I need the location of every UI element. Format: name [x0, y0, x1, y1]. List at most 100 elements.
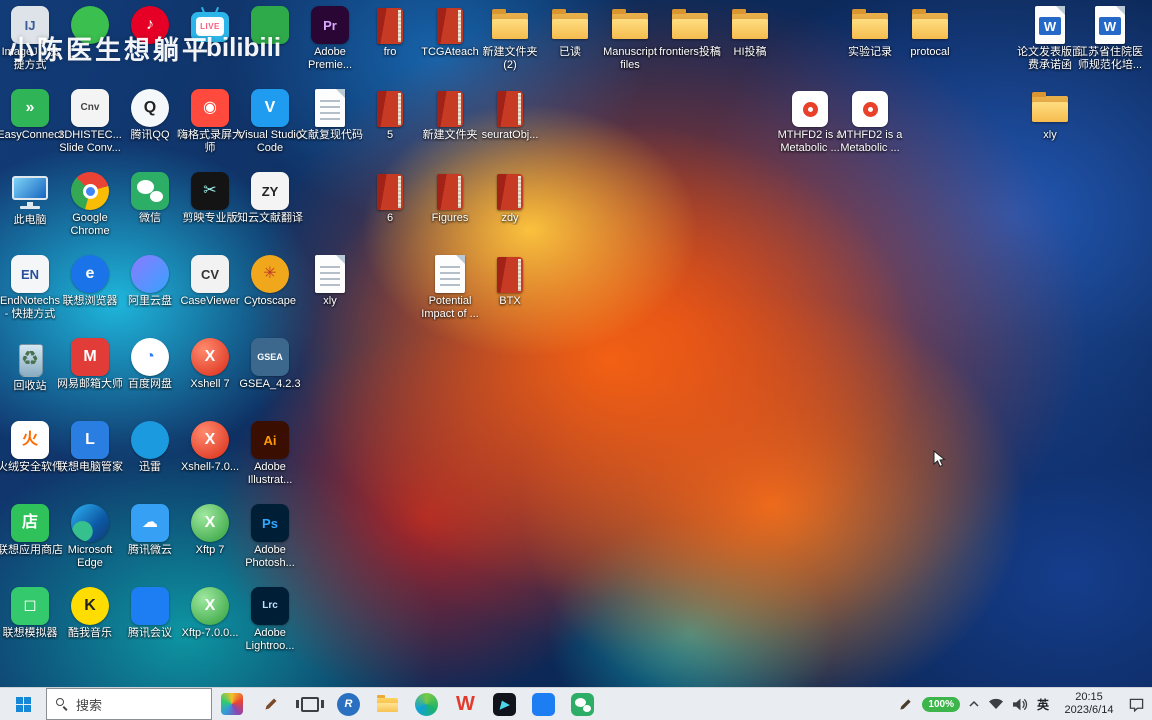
desktop-icon-higeshi-recorder[interactable]: ◉ 嗨格式录屏大师 — [177, 89, 243, 155]
higeshi-recorder-glyph: ◉ — [203, 99, 217, 116]
search-icon — [56, 698, 68, 711]
input-language-indicator[interactable]: 英 — [1037, 696, 1049, 713]
taskbar-tencent-meeting[interactable] — [524, 688, 563, 720]
desktop-icon-slide-converter[interactable]: Cnv 3DHISTEC... Slide Conv... — [58, 89, 122, 155]
desktop-icon-microsoft-edge[interactable]: Microsoft Edge — [60, 504, 120, 570]
desktop-icon-netease-mail[interactable]: M 网易邮箱大师 — [57, 338, 123, 391]
desktop-icon-mthfd2-pdf-2[interactable]: MTHFD2 is a Metabolic ... — [838, 89, 902, 155]
search-box[interactable]: 搜索 — [46, 688, 212, 720]
lenovo-browser-icon: e — [71, 255, 109, 293]
desktop-icon-book-6[interactable]: 6 — [360, 172, 420, 225]
desktop-icon-vscode[interactable]: V Visual Studio Code — [238, 89, 302, 155]
desktop-icon-wenxian-code-doc[interactable]: 文献复现代码 — [297, 89, 363, 142]
desktop-icon-this-pc[interactable]: 此电脑 — [0, 172, 60, 227]
clock[interactable]: 20:15 2023/6/14 — [1058, 691, 1120, 717]
desktop-icon-protocal-folder[interactable]: protocal — [900, 6, 960, 59]
taskbar-wechat[interactable] — [563, 688, 602, 720]
adobe-lightroom-icon: Lrc — [251, 587, 289, 625]
desktop-icon-lenovo-browser[interactable]: e 联想浏览器 — [60, 255, 120, 308]
desktop-icon-book-5[interactable]: 5 — [360, 89, 420, 142]
desktop-icon-tencent-qq[interactable]: Q 腾讯QQ — [120, 89, 180, 142]
desktop-icon-kuwo-music[interactable]: K 酷我音乐 — [60, 587, 120, 640]
green-circle-app-icon — [71, 6, 109, 44]
desktop-icon-gsea[interactable]: GSEA GSEA_4.2.3 — [239, 338, 301, 391]
desktop-icon-green-app-2[interactable] — [240, 6, 300, 46]
desktop-icon-page-fee-letter-doc[interactable]: W 论文发表版面费承诺函 — [1017, 6, 1083, 72]
desktop-icon-green-circle-app[interactable] — [60, 6, 120, 46]
desktop-icon-mthfd2-pdf-1[interactable]: MTHFD2 is a Metabolic ... — [778, 89, 842, 155]
desktop-icon-jianying[interactable]: ✂ 剪映专业版 — [180, 172, 240, 225]
desktop-icon-tcgateach[interactable]: TCGAteach — [420, 6, 480, 59]
desktop-icon-hi-folder[interactable]: HI投稿 — [720, 6, 780, 59]
desktop-icon-endnote[interactable]: EN EndNotechs - 快捷方式 — [0, 255, 60, 321]
desktop-icon-zdy[interactable]: zdy — [480, 172, 540, 225]
desktop-icon-imagej[interactable]: IJ ImageJ - 快捷方式 — [0, 6, 60, 72]
battery-status-badge[interactable]: 100% — [922, 696, 960, 712]
desktop-icon-bilibili-live[interactable]: LIVE — [180, 6, 240, 44]
desktop-icon-adobe-premiere[interactable]: Pr Adobe Premie... — [300, 6, 360, 72]
hidden-icons-chevron[interactable] — [969, 700, 979, 708]
taskbar-colorful-docs-app[interactable] — [212, 688, 251, 720]
desktop-icon-google-chrome[interactable]: Google Chrome — [60, 172, 120, 238]
pen-tray-icon[interactable] — [898, 697, 913, 712]
desktop-icon-tencent-weiyun[interactable]: ☁ 腾讯微云 — [120, 504, 180, 557]
zhiyun-translate-icon: ZY — [251, 172, 289, 210]
desktop-icon-figures[interactable]: Figures — [420, 172, 480, 225]
adobe-photoshop-icon: Ps — [251, 504, 289, 542]
colorful-docs-app-icon — [220, 693, 243, 715]
taskbar-ink-pen-app[interactable] — [251, 688, 290, 720]
desktop-icon-recycle-bin[interactable]: ♻ 回收站 — [0, 338, 60, 393]
desktop-icon-tencent-meeting[interactable]: 腾讯会议 — [120, 587, 180, 640]
desktop-icon-manuscript-files-folder[interactable]: Manuscript files — [600, 6, 660, 72]
desktop-icon-lenovo-pc-manager[interactable]: L 联想电脑管家 — [57, 421, 123, 474]
desktop-icon-yidu-folder[interactable]: 已读 — [540, 6, 600, 59]
mthfd2-pdf-1-icon — [792, 91, 828, 127]
desktop-icon-xftp-7[interactable]: X Xftp 7 — [180, 504, 240, 557]
desktop-icon-new-folder-file[interactable]: 新建文件夹 — [420, 89, 480, 142]
desktop-icon-lenovo-app-store[interactable]: 店联想应用商店 — [0, 504, 63, 557]
desktop-icon-label: Microsoft Edge — [67, 544, 113, 569]
desktop-icon-xshell-installer[interactable]: X Xshell-7.0... — [180, 421, 240, 474]
desktop-icon-zhiyun-translate[interactable]: ZY 知云文献翻译 — [237, 172, 303, 225]
desktop-icon-cytoscape[interactable]: ✳ Cytoscape — [240, 255, 300, 308]
desktop-icon-lenovo-emulator[interactable]: ◻ 联想模拟器 — [0, 587, 60, 640]
desktop-icon-experiment-record-folder[interactable]: 实验记录 — [840, 6, 900, 59]
desktop-icon-huorong-security[interactable]: 火火绒安全软件 — [0, 421, 63, 474]
start-button[interactable] — [0, 688, 46, 720]
desktop-icon-wechat[interactable]: 微信 — [120, 172, 180, 225]
desktop-icon-jiangsu-regulation-doc[interactable]: W 江苏省住院医师规范化培... — [1077, 6, 1143, 72]
desktop-icon-xly-folder[interactable]: xly — [1020, 89, 1080, 142]
desktop-icon-seuratobj[interactable]: seuratObj... — [480, 89, 540, 142]
desktop-icon-adobe-photoshop[interactable]: Ps Adobe Photosh... — [240, 504, 300, 570]
desktop-icon-xunlei[interactable]: 迅雷 — [120, 421, 180, 474]
desktop-icon-adobe-lightroom[interactable]: Lrc Adobe Lightroo... — [240, 587, 300, 653]
desktop-icon-fro[interactable]: fro — [360, 6, 420, 59]
taskbar-file-explorer[interactable] — [368, 688, 407, 720]
taskbar-r-project[interactable]: R — [329, 688, 368, 720]
desktop-icon-adobe-illustrator[interactable]: Ai Adobe Illustrat... — [240, 421, 300, 487]
desktop-icon-grid: IJ ImageJ - 快捷方式 » EasyConnect 此电脑 EN EndNotec… — [0, 0, 1152, 687]
desktop-icon-frontiers-folder[interactable]: frontiers投稿 — [659, 6, 721, 59]
action-center-icon[interactable] — [1129, 697, 1144, 712]
desktop-icon-caseviewer[interactable]: CV CaseViewer — [180, 255, 240, 308]
desktop-icon-btx[interactable]: BTX — [480, 255, 540, 308]
desktop-icon-new-folder-2[interactable]: 新建文件夹 (2) — [480, 6, 540, 72]
desktop-icon-xly-doc[interactable]: xly — [300, 255, 360, 308]
desktop-icon-netease-cloud-music[interactable]: ♪ — [120, 6, 180, 46]
desktop-icon-baidu-netdisk[interactable]: ◔ 百度网盘 — [120, 338, 180, 391]
desktop-icon-potential-impact-doc[interactable]: Potential Impact of ... — [420, 255, 480, 321]
taskbar-wps-office[interactable]: W — [446, 688, 485, 720]
network-icon[interactable] — [988, 698, 1004, 710]
taskbar-green-swirl-app[interactable] — [407, 688, 446, 720]
volume-icon[interactable] — [1012, 698, 1028, 711]
desktop-icon-aliyun-drive[interactable]: 阿里云盘 — [120, 255, 180, 308]
desktop-icon-easyconnect[interactable]: » EasyConnect — [0, 89, 63, 142]
taskbar-dark-video-app[interactable]: ▶ — [485, 688, 524, 720]
endnote-icon: EN — [11, 255, 49, 293]
tcgateach-icon — [437, 8, 463, 44]
taskbar-task-view[interactable] — [290, 688, 329, 720]
desktop-icon-xshell-7[interactable]: X Xshell 7 — [180, 338, 240, 391]
wenxian-code-doc-icon — [315, 89, 345, 127]
desktop-icon-xftp-installer[interactable]: X Xftp-7.0.0... — [180, 587, 240, 640]
system-tray: 100% 英 20:15 2023/6/14 — [898, 688, 1152, 720]
